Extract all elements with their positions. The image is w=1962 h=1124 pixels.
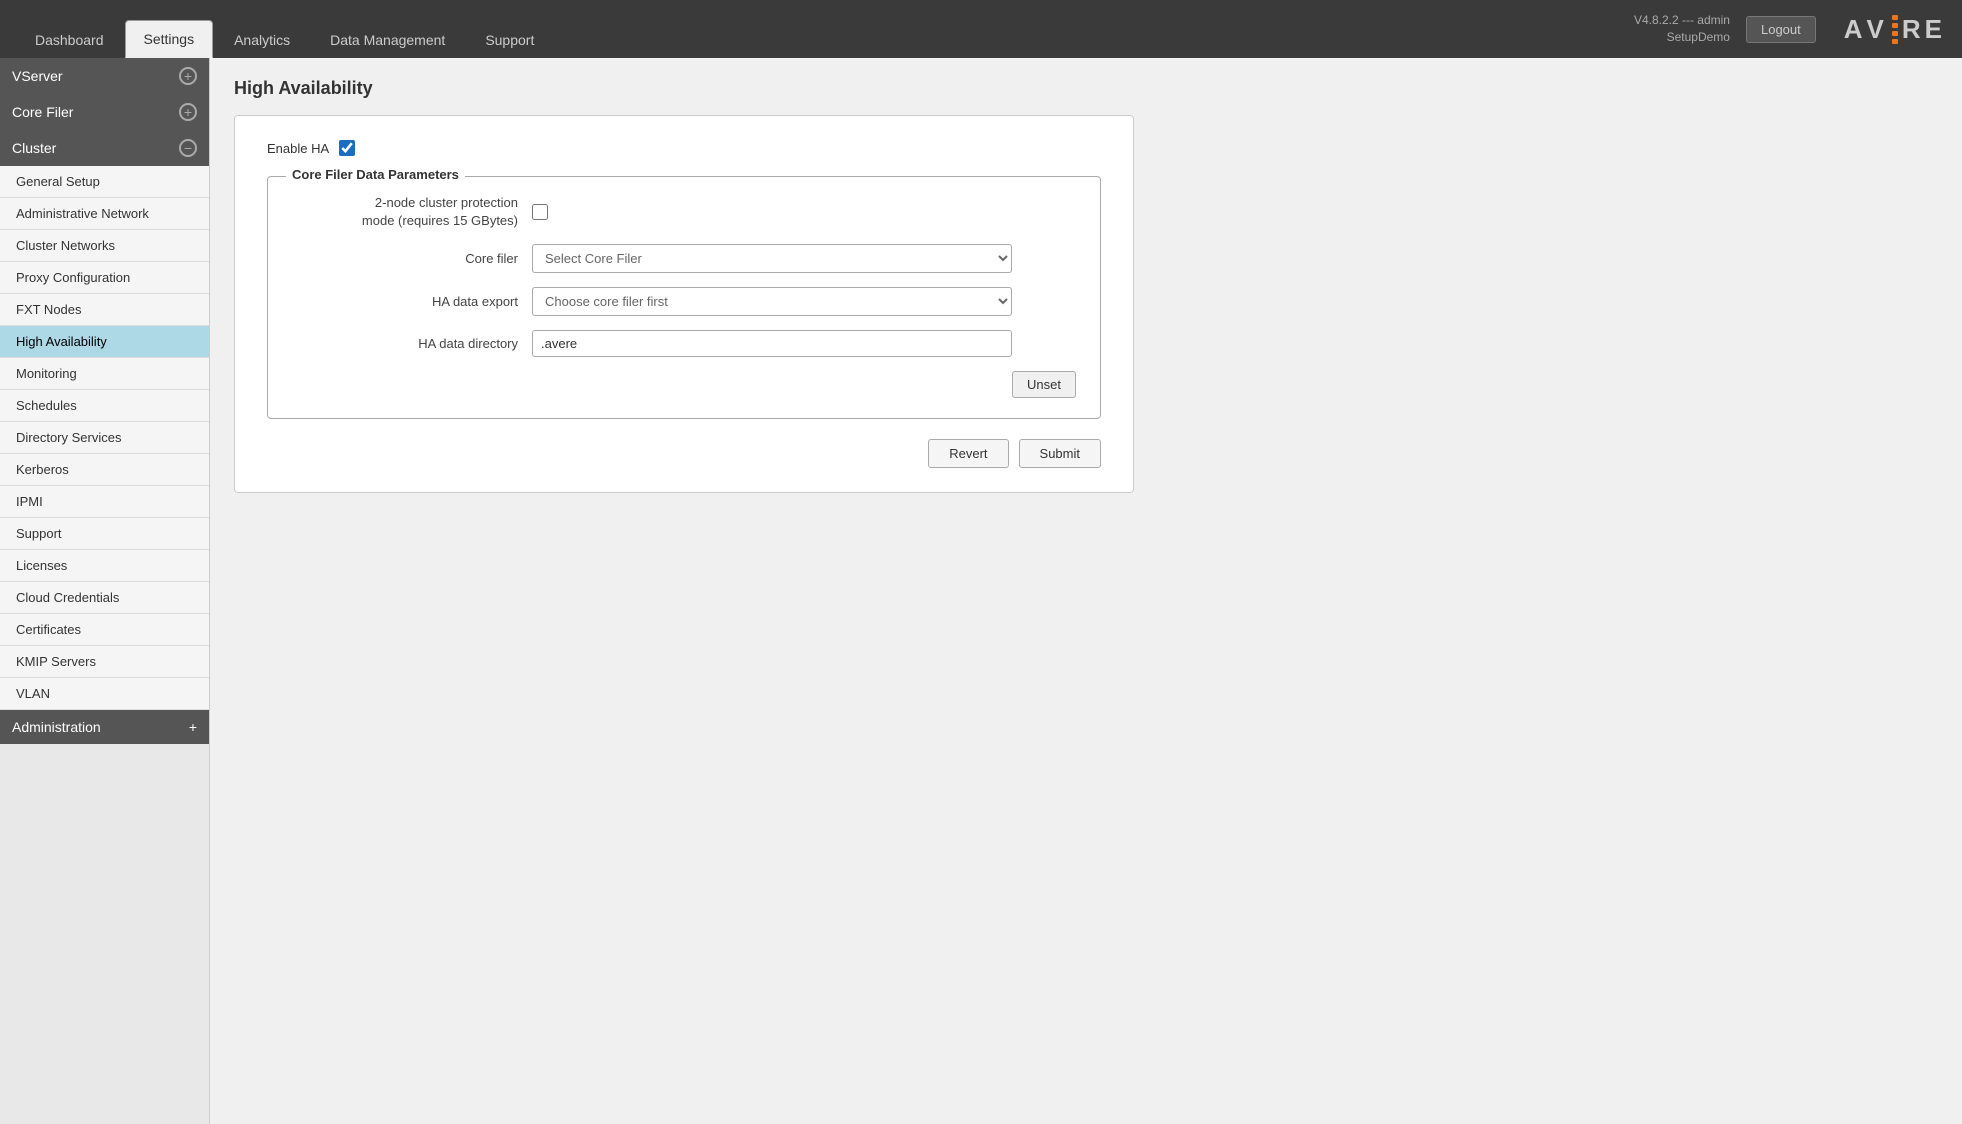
sidebar-item-high-availability[interactable]: High Availability: [0, 326, 209, 358]
ha-data-directory-control: [532, 330, 1012, 357]
sidebar-item-licenses[interactable]: Licenses: [0, 550, 209, 582]
sidebar-section-administration[interactable]: Administration +: [0, 710, 209, 744]
sidebar-item-ipmi[interactable]: IPMI: [0, 486, 209, 518]
ha-data-directory-label: HA data directory: [292, 336, 532, 351]
vserver-expand-icon[interactable]: +: [179, 67, 197, 85]
two-node-row: 2-node cluster protectionmode (requires …: [292, 194, 1076, 230]
ha-data-export-label: HA data export: [292, 294, 532, 309]
enable-ha-checkbox[interactable]: [339, 140, 355, 156]
logo-a: A: [1844, 14, 1867, 45]
tab-support[interactable]: Support: [466, 20, 553, 58]
sidebar-item-vlan[interactable]: VLAN: [0, 678, 209, 710]
core-filer-select[interactable]: Select Core Filer: [532, 244, 1012, 273]
main-layout: VServer + Core Filer + Cluster − General…: [0, 58, 1962, 1124]
logo-e: E: [1925, 14, 1946, 45]
sidebar-item-directory-services[interactable]: Directory Services: [0, 422, 209, 454]
sidebar-item-support[interactable]: Support: [0, 518, 209, 550]
logo-v: V: [1867, 14, 1888, 45]
sidebar-item-kmip-servers[interactable]: KMIP Servers: [0, 646, 209, 678]
core-filer-label: Core filer: [292, 251, 532, 266]
sidebar-item-kerberos[interactable]: Kerberos: [0, 454, 209, 486]
tab-dashboard[interactable]: Dashboard: [16, 20, 123, 58]
enable-ha-label: Enable HA: [267, 141, 329, 156]
sidebar: VServer + Core Filer + Cluster − General…: [0, 58, 210, 1124]
avere-logo: A V R E: [1844, 14, 1946, 45]
tab-settings[interactable]: Settings: [125, 20, 214, 58]
sidebar-item-certificates[interactable]: Certificates: [0, 614, 209, 646]
cluster-items: General Setup Administrative Network Clu…: [0, 166, 209, 710]
core-filer-control: Select Core Filer: [532, 244, 1012, 273]
cluster-collapse-icon[interactable]: −: [179, 139, 197, 157]
administration-expand-icon[interactable]: +: [189, 719, 197, 735]
topbar-right: V4.8.2.2 --- admin SetupDemo Logout A V …: [1634, 12, 1946, 46]
revert-button[interactable]: Revert: [928, 439, 1008, 468]
two-node-checkbox[interactable]: [532, 204, 548, 220]
sidebar-item-cluster-networks[interactable]: Cluster Networks: [0, 230, 209, 262]
unset-button[interactable]: Unset: [1012, 371, 1076, 398]
ha-data-directory-input[interactable]: [532, 330, 1012, 357]
two-node-label: 2-node cluster protectionmode (requires …: [292, 194, 532, 230]
ha-data-export-select[interactable]: Choose core filer first: [532, 287, 1012, 316]
sidebar-section-cluster[interactable]: Cluster −: [0, 130, 209, 166]
content-area: High Availability Enable HA Core Filer D…: [210, 58, 1962, 1124]
sidebar-item-general-setup[interactable]: General Setup: [0, 166, 209, 198]
core-filer-data-params-fieldset: Core Filer Data Parameters 2-node cluste…: [267, 176, 1101, 419]
tab-data-management[interactable]: Data Management: [311, 20, 464, 58]
version-info: V4.8.2.2 --- admin SetupDemo: [1634, 12, 1730, 46]
core-filer-expand-icon[interactable]: +: [179, 103, 197, 121]
core-filer-row: Core filer Select Core Filer: [292, 244, 1076, 273]
sidebar-section-vserver[interactable]: VServer +: [0, 58, 209, 94]
action-row: Revert Submit: [267, 439, 1101, 468]
sidebar-item-schedules[interactable]: Schedules: [0, 390, 209, 422]
sidebar-item-administrative-network[interactable]: Administrative Network: [0, 198, 209, 230]
logo-bar-icon: [1892, 15, 1898, 44]
enable-ha-row: Enable HA: [267, 140, 1101, 156]
fieldset-legend: Core Filer Data Parameters: [286, 167, 465, 182]
page-title: High Availability: [234, 78, 1938, 99]
nav-tabs: Dashboard Settings Analytics Data Manage…: [16, 0, 1634, 58]
submit-button[interactable]: Submit: [1019, 439, 1101, 468]
ha-data-directory-row: HA data directory: [292, 330, 1076, 357]
sidebar-item-cloud-credentials[interactable]: Cloud Credentials: [0, 582, 209, 614]
ha-data-export-row: HA data export Choose core filer first: [292, 287, 1076, 316]
sidebar-section-core-filer[interactable]: Core Filer +: [0, 94, 209, 130]
logo-r: R: [1902, 14, 1925, 45]
ha-panel: Enable HA Core Filer Data Parameters 2-n…: [234, 115, 1134, 493]
tab-analytics[interactable]: Analytics: [215, 20, 309, 58]
sidebar-item-fxt-nodes[interactable]: FXT Nodes: [0, 294, 209, 326]
sidebar-item-monitoring[interactable]: Monitoring: [0, 358, 209, 390]
sidebar-item-proxy-configuration[interactable]: Proxy Configuration: [0, 262, 209, 294]
topbar: Dashboard Settings Analytics Data Manage…: [0, 0, 1962, 58]
ha-data-export-control: Choose core filer first: [532, 287, 1012, 316]
logout-button[interactable]: Logout: [1746, 16, 1816, 43]
